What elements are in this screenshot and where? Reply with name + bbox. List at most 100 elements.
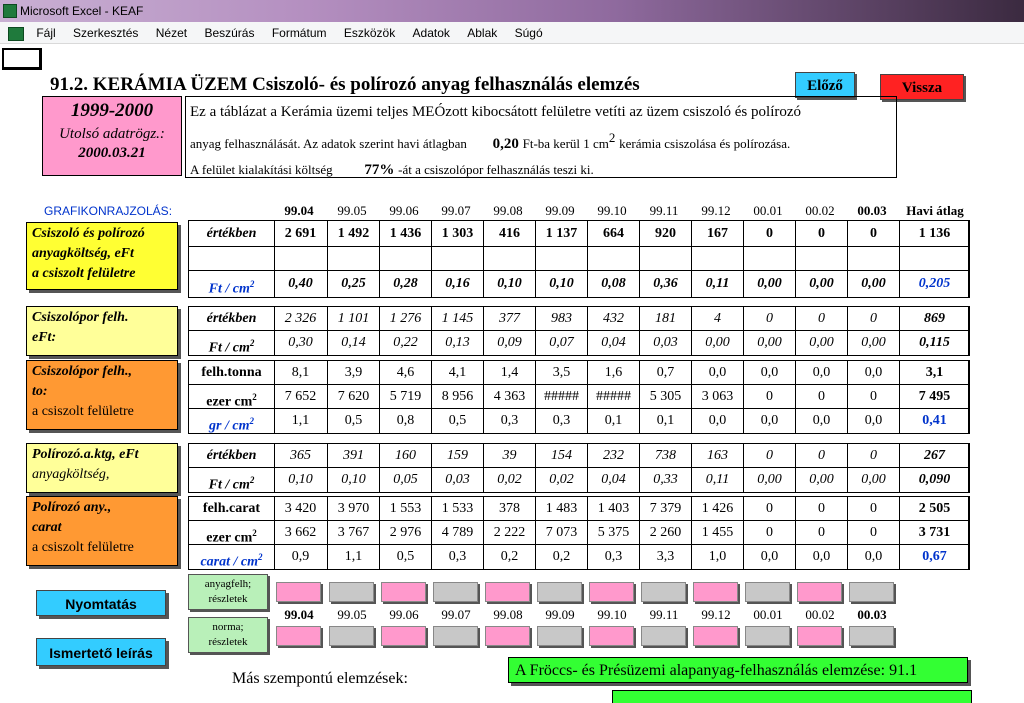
norm-month-button[interactable] (589, 626, 634, 646)
data-cell[interactable]: 0,00 (743, 331, 795, 355)
data-cell[interactable]: 4 789 (431, 521, 483, 544)
data-cell[interactable]: 3 970 (327, 497, 379, 520)
data-cell[interactable]: 4,1 (431, 361, 483, 384)
norm-month-button[interactable] (485, 626, 530, 646)
data-cell[interactable]: 0,00 (795, 271, 847, 297)
data-cell[interactable] (587, 247, 639, 270)
chart-drawing-label[interactable]: GRAFIKONRAJZOLÁS: (44, 204, 172, 218)
data-cell[interactable]: 232 (587, 444, 639, 467)
data-cell[interactable]: 0,00 (795, 331, 847, 355)
link-analysis-next[interactable] (612, 690, 972, 703)
row-unit-cell[interactable]: értékben (189, 221, 274, 246)
data-cell[interactable]: 0,0 (795, 361, 847, 384)
avg-cell[interactable]: 0,67 (899, 545, 969, 569)
material-details-button[interactable]: anyagfelh; részletek (188, 574, 268, 610)
data-cell[interactable]: 0,28 (379, 271, 431, 297)
material-month-button[interactable] (329, 582, 374, 602)
data-cell[interactable]: 0,02 (535, 468, 587, 492)
data-cell[interactable]: 1 303 (431, 221, 483, 246)
row-unit-cell[interactable]: felh.carat (189, 497, 274, 520)
data-cell[interactable]: 0,10 (274, 468, 326, 492)
data-cell[interactable]: 1 137 (535, 221, 587, 246)
data-cell[interactable]: 0,10 (535, 271, 587, 297)
data-cell[interactable]: 0,13 (431, 331, 483, 355)
data-cell[interactable] (847, 247, 899, 270)
data-cell[interactable] (535, 247, 587, 270)
print-button[interactable]: Nyomtatás (36, 590, 166, 616)
data-cell[interactable]: 0 (795, 497, 847, 520)
data-cell[interactable]: 0,16 (431, 271, 483, 297)
data-cell[interactable]: 0,22 (379, 331, 431, 355)
row-unit-cell[interactable]: carat / cm2 (189, 545, 274, 570)
link-analysis-91-1[interactable]: A Fröccs- és Présüzemi alapanyag-felhasz… (508, 657, 968, 683)
data-cell[interactable]: 160 (379, 444, 431, 467)
data-cell[interactable]: 0,5 (379, 545, 431, 569)
menu-file[interactable]: Fájl (29, 22, 62, 44)
data-cell[interactable]: 3,3 (639, 545, 691, 569)
material-month-button[interactable] (276, 582, 321, 602)
data-cell[interactable]: 0,10 (483, 271, 535, 297)
data-cell[interactable]: 0,00 (847, 468, 899, 492)
avg-cell[interactable]: 267 (899, 444, 969, 467)
data-cell[interactable]: 2 691 (274, 221, 326, 246)
data-cell[interactable]: 0,04 (587, 331, 639, 355)
data-cell[interactable]: 0,00 (691, 331, 743, 355)
data-cell[interactable]: 0 (795, 444, 847, 467)
data-cell[interactable]: 983 (535, 307, 587, 330)
data-cell[interactable]: ##### (535, 385, 587, 408)
data-cell[interactable]: 0,0 (795, 545, 847, 569)
menu-window[interactable]: Ablak (460, 22, 504, 44)
data-cell[interactable]: 0 (847, 307, 899, 330)
menu-format[interactable]: Formátum (265, 22, 334, 44)
data-cell[interactable]: 0 (795, 385, 847, 408)
data-cell[interactable]: 0,0 (743, 361, 795, 384)
avg-cell[interactable]: 2 505 (899, 497, 969, 520)
data-cell[interactable]: 2 976 (379, 521, 431, 544)
data-cell[interactable]: 0,30 (274, 331, 326, 355)
avg-cell[interactable]: 3,1 (899, 361, 969, 384)
data-cell[interactable]: 1 455 (691, 521, 743, 544)
material-month-button[interactable] (641, 582, 686, 602)
data-cell[interactable]: 0,05 (379, 468, 431, 492)
data-cell[interactable]: 0,0 (691, 361, 743, 384)
data-cell[interactable]: 0,11 (691, 271, 743, 297)
data-cell[interactable]: 0 (743, 497, 795, 520)
previous-button[interactable]: Előző (795, 72, 855, 98)
row-unit-cell[interactable]: értékben (189, 307, 274, 330)
avg-cell[interactable]: 3 731 (899, 521, 969, 544)
data-cell[interactable]: 3,9 (327, 361, 379, 384)
data-cell[interactable]: 0,1 (639, 409, 691, 433)
data-cell[interactable]: 1,0 (691, 545, 743, 569)
data-cell[interactable]: 0,0 (743, 545, 795, 569)
data-cell[interactable]: 1 145 (431, 307, 483, 330)
workbook-icon[interactable] (8, 26, 24, 41)
data-cell[interactable]: 8,1 (274, 361, 326, 384)
material-month-button[interactable] (693, 582, 738, 602)
avg-cell[interactable]: 0,205 (899, 271, 969, 297)
data-cell[interactable] (274, 247, 326, 270)
data-cell[interactable]: 0,08 (587, 271, 639, 297)
norm-month-button[interactable] (433, 626, 478, 646)
data-cell[interactable]: 7 379 (639, 497, 691, 520)
menu-edit[interactable]: Szerkesztés (66, 22, 145, 44)
norm-month-button[interactable] (381, 626, 426, 646)
data-cell[interactable]: 0,03 (639, 331, 691, 355)
data-cell[interactable]: 0 (847, 497, 899, 520)
row-unit-cell[interactable]: Ft / cm2 (189, 331, 274, 356)
data-cell[interactable]: 0,3 (587, 545, 639, 569)
data-cell[interactable]: 0 (795, 521, 847, 544)
data-cell[interactable]: 0,14 (327, 331, 379, 355)
norm-month-button[interactable] (693, 626, 738, 646)
data-cell[interactable]: 664 (587, 221, 639, 246)
row-unit-cell[interactable]: gr / cm2 (189, 409, 274, 434)
data-cell[interactable]: 1 492 (327, 221, 379, 246)
data-cell[interactable]: 163 (691, 444, 743, 467)
data-cell[interactable]: 377 (483, 307, 535, 330)
data-cell[interactable] (483, 247, 535, 270)
material-month-button[interactable] (849, 582, 894, 602)
data-cell[interactable]: 0,40 (274, 271, 326, 297)
material-month-button[interactable] (433, 582, 478, 602)
data-cell[interactable]: 0,36 (639, 271, 691, 297)
norm-details-button[interactable]: norma; részletek (188, 617, 268, 653)
data-cell[interactable]: 920 (639, 221, 691, 246)
